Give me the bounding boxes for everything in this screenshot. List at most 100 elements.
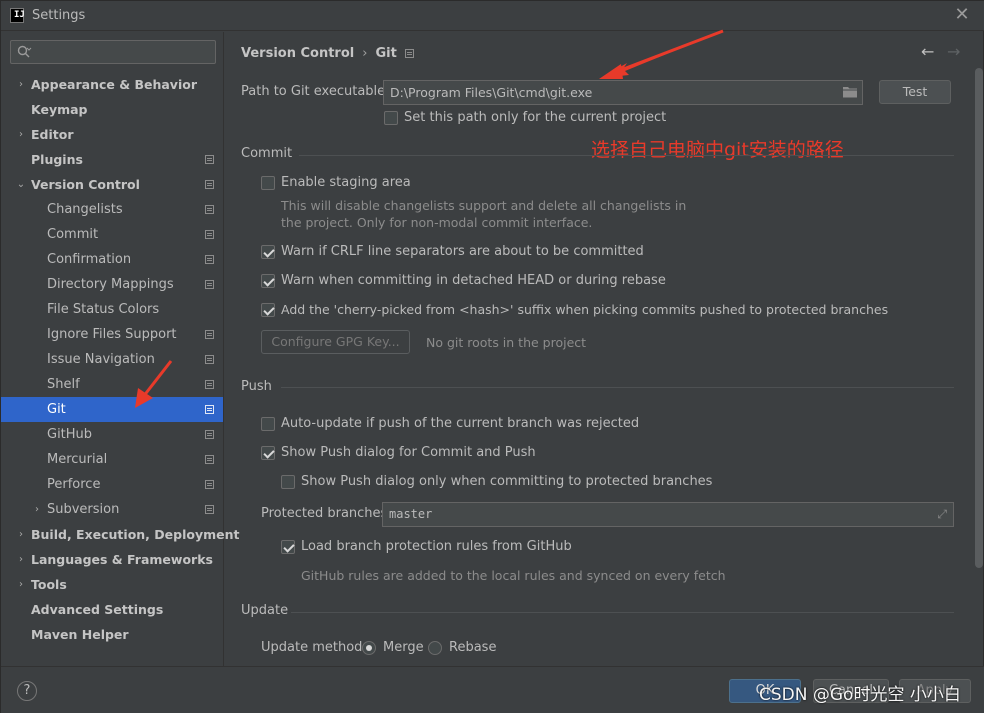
sidebar-item-label: Maven Helper — [31, 627, 129, 642]
chevron-down-icon[interactable]: ⌄ — [15, 172, 27, 197]
protected-branches-label: Protected branches: — [261, 506, 392, 521]
sidebar-item-label: Ignore Files Support — [47, 327, 177, 342]
chevron-right-icon[interactable]: › — [31, 497, 43, 522]
sidebar-item-label: Editor — [31, 127, 74, 142]
sidebar-item-label: Mercurial — [47, 452, 108, 467]
sidebar-item-version-control[interactable]: ⌄ Version Control — [1, 172, 223, 197]
forward-arrow-icon[interactable]: → — [947, 42, 963, 62]
sidebar-item-maven-helper[interactable]: Maven Helper — [1, 622, 223, 647]
project-settings-icon — [205, 230, 214, 239]
push-section-title: Push — [241, 379, 272, 394]
sidebar-item-editor[interactable]: › Editor — [1, 122, 223, 147]
only-protected-checkbox[interactable] — [281, 475, 295, 489]
sidebar-item-label: Perforce — [47, 477, 101, 492]
sidebar-item-commit[interactable]: Commit — [1, 222, 223, 247]
sidebar-item-label: Keymap — [31, 102, 88, 117]
test-button[interactable]: Test — [879, 80, 951, 104]
breadcrumb: Version Control › Git — [241, 44, 414, 64]
git-path-value: D:\Program Files\Git\cmd\git.exe — [390, 85, 593, 100]
merge-radio[interactable] — [362, 641, 376, 655]
sidebar-item-advanced-settings[interactable]: Advanced Settings — [1, 597, 223, 622]
load-rules-label: Load branch protection rules from GitHub — [301, 539, 572, 554]
chevron-right-icon[interactable]: › — [15, 572, 27, 597]
sidebar-item-plugins[interactable]: Plugins — [1, 147, 223, 172]
sidebar-item-label: Build, Execution, Deployment — [31, 527, 240, 542]
sidebar-item-shelf[interactable]: Shelf — [1, 372, 223, 397]
sidebar-item-subversion[interactable]: › Subversion — [1, 497, 223, 522]
breadcrumb-separator: › — [362, 46, 368, 61]
breadcrumb-current: Git — [375, 46, 397, 61]
sidebar-item-label: Advanced Settings — [31, 602, 164, 617]
load-rules-checkbox[interactable] — [281, 540, 295, 554]
rebase-radio[interactable] — [428, 641, 442, 655]
settings-search-box[interactable] — [10, 40, 216, 64]
project-settings-icon — [205, 205, 214, 214]
sidebar-item-issue-navigation[interactable]: Issue Navigation — [1, 347, 223, 372]
sidebar-item-label: GitHub — [47, 427, 93, 442]
sidebar-item-label: Shelf — [47, 377, 80, 392]
sidebar-item-github[interactable]: GitHub — [1, 422, 223, 447]
search-input[interactable] — [35, 43, 210, 61]
sidebar-item-directory-mappings[interactable]: Directory Mappings — [1, 272, 223, 297]
commit-section-title: Commit — [241, 146, 293, 161]
csdn-watermark: CSDN @Go时光空 小小白 — [759, 685, 961, 705]
sidebar-item-mercurial[interactable]: Mercurial — [1, 447, 223, 472]
intellij-logo-icon: IJ — [10, 8, 25, 23]
project-settings-icon — [205, 505, 214, 514]
chevron-right-icon[interactable]: › — [15, 522, 27, 547]
project-settings-icon — [205, 380, 214, 389]
update-method-label: Update method: — [261, 640, 367, 655]
sidebar-item-label: File Status Colors — [47, 302, 160, 317]
sidebar-item-label: Changelists — [47, 202, 123, 217]
sidebar-item-ignore-files-support[interactable]: Ignore Files Support — [1, 322, 223, 347]
auto-update-checkbox[interactable] — [261, 417, 275, 431]
back-arrow-icon[interactable]: ← — [921, 42, 937, 62]
push-section-divider — [281, 387, 954, 388]
sidebar-item-appearance-behavior[interactable]: › Appearance & Behavior — [1, 72, 223, 97]
sidebar-item-file-status-colors[interactable]: File Status Colors — [1, 297, 223, 322]
gpg-hint: No git roots in the project — [426, 335, 587, 350]
sidebar-item-label: Subversion — [47, 502, 120, 517]
sidebar-item-label: Version Control — [31, 177, 140, 192]
warn-crlf-label: Warn if CRLF line separators are about t… — [281, 244, 644, 259]
expand-icon[interactable]: ⤢ — [937, 503, 947, 526]
help-icon[interactable]: ? — [17, 681, 37, 701]
project-settings-icon — [205, 255, 214, 264]
cherry-picked-label: Add the 'cherry-picked from <hash>' suff… — [281, 302, 889, 317]
enable-staging-checkbox[interactable] — [261, 176, 275, 190]
folder-icon[interactable] — [842, 85, 858, 99]
sidebar-item-git[interactable]: Git — [1, 397, 223, 422]
chevron-right-icon[interactable]: › — [15, 72, 27, 97]
close-icon[interactable]: ✕ — [952, 5, 972, 25]
warn-detached-label: Warn when committing in detached HEAD or… — [281, 273, 666, 288]
warn-crlf-checkbox[interactable] — [261, 245, 275, 259]
project-settings-icon — [205, 455, 214, 464]
sidebar-item-confirmation[interactable]: Confirmation — [1, 247, 223, 272]
show-push-dialog-checkbox[interactable] — [261, 446, 275, 460]
protected-branches-input[interactable]: master ⤢ — [382, 502, 954, 527]
sidebar-item-build-execution-deployment[interactable]: › Build, Execution, Deployment — [1, 522, 239, 547]
enable-staging-label: Enable staging area — [281, 175, 411, 190]
warn-detached-checkbox[interactable] — [261, 274, 275, 288]
vertical-scrollbar[interactable] — [975, 68, 983, 568]
breadcrumb-parent[interactable]: Version Control — [241, 46, 354, 61]
current-project-only-checkbox[interactable] — [384, 111, 398, 125]
chevron-right-icon[interactable]: › — [15, 547, 27, 572]
sidebar-item-perforce[interactable]: Perforce — [1, 472, 223, 497]
git-path-label: Path to Git executable: — [241, 84, 390, 99]
sidebar-item-changelists[interactable]: Changelists — [1, 197, 223, 222]
configure-gpg-button[interactable]: Configure GPG Key... — [261, 330, 410, 354]
project-settings-icon — [205, 430, 214, 439]
cherry-picked-checkbox[interactable] — [261, 303, 275, 317]
sidebar-item-languages-frameworks[interactable]: › Languages & Frameworks — [1, 547, 223, 572]
chevron-right-icon[interactable]: › — [15, 122, 27, 147]
annotation-text: 选择自己电脑中git安装的路径 — [591, 139, 844, 161]
sidebar-item-label: Languages & Frameworks — [31, 552, 213, 567]
sidebar-item-label: Appearance & Behavior — [31, 77, 197, 92]
git-path-input[interactable]: D:\Program Files\Git\cmd\git.exe — [383, 80, 863, 105]
sidebar-item-tools[interactable]: › Tools — [1, 572, 223, 597]
settings-sidebar: › Appearance & Behavior Keymap › Editor Plugi… — [1, 32, 239, 666]
sidebar-item-label: Issue Navigation — [47, 352, 155, 367]
rules-hint: GitHub rules are added to the local rule… — [301, 568, 726, 583]
sidebar-item-keymap[interactable]: Keymap — [1, 97, 223, 122]
